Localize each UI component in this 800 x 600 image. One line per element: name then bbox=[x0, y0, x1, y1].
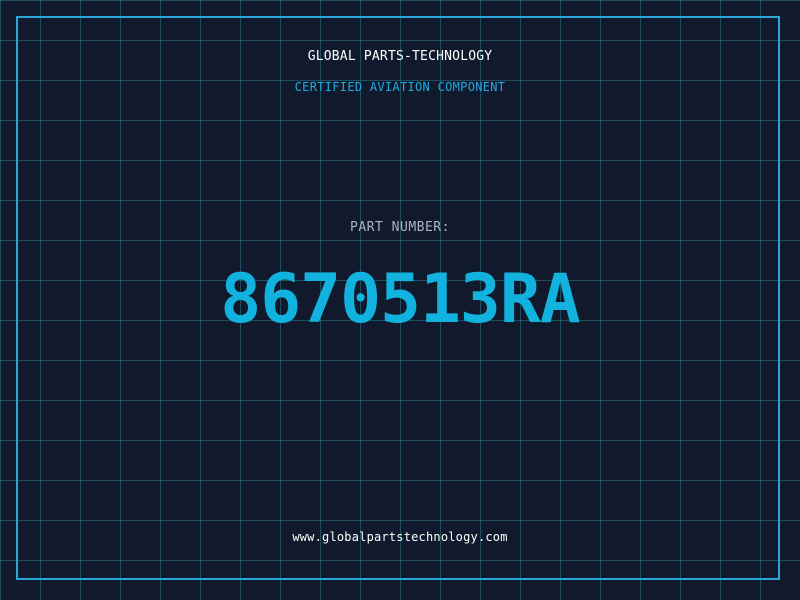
website-link[interactable]: www.globalpartstechnology.com bbox=[0, 530, 800, 544]
part-number-label: PART NUMBER: bbox=[350, 220, 450, 235]
company-name: GLOBAL PARTS-TECHNOLOGY bbox=[307, 49, 493, 64]
certification-tagline: CERTIFIED AVIATION COMPONENT bbox=[294, 80, 506, 94]
part-display-screen: GLOBAL PARTS-TECHNOLOGY CERTIFIED AVIATI… bbox=[0, 0, 800, 600]
part-number-value: 8670513RA bbox=[220, 260, 580, 339]
